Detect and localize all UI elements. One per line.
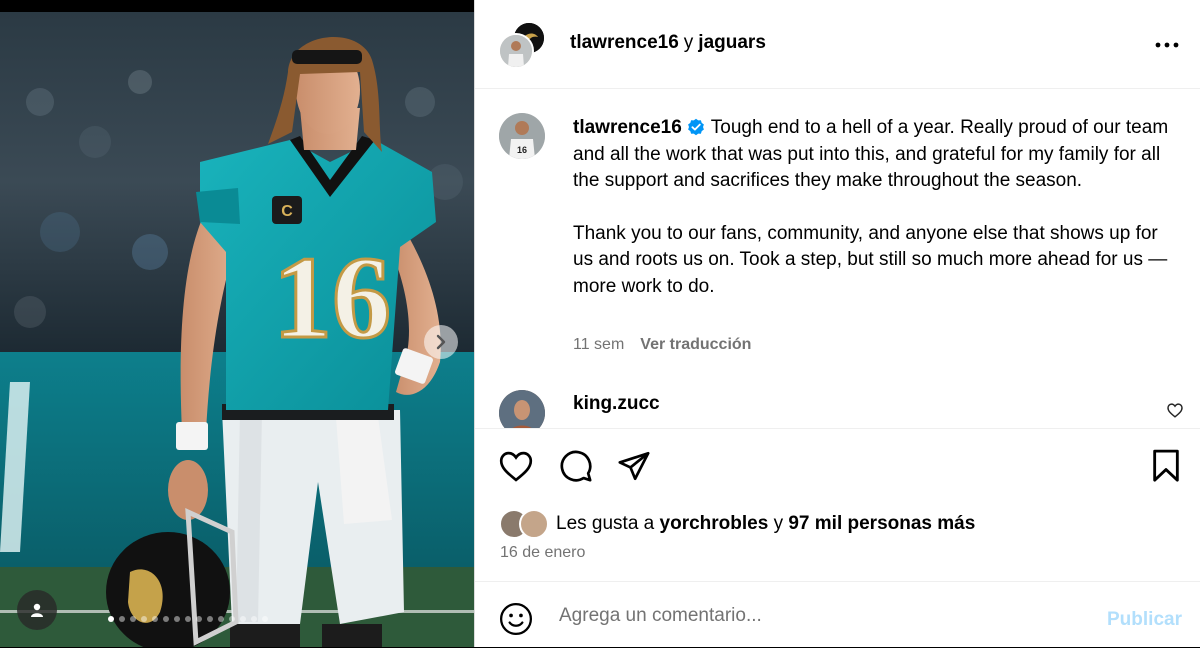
caption-meta: 11 sem Ver traducción — [573, 336, 751, 354]
post-actions: Les gusta a yorchrobles y 97 mil persona… — [475, 428, 1200, 581]
profile-photo-icon — [500, 35, 532, 67]
avatar-jersey-number: 16 — [517, 145, 527, 155]
carousel-dot — [163, 616, 169, 622]
carousel-dot — [207, 616, 213, 622]
carousel-dot — [196, 616, 202, 622]
likes-count[interactable]: 97 mil personas más — [788, 513, 975, 534]
caption-time[interactable]: 11 sem — [573, 336, 624, 353]
likes-prefix: Les gusta a — [556, 513, 655, 534]
player-photo-illustration: C 16 — [0, 12, 474, 647]
carousel-dot — [174, 616, 180, 622]
collab-username[interactable]: jaguars — [698, 32, 766, 53]
likers-avatars[interactable] — [499, 509, 551, 539]
caption-username[interactable]: tlawrence16 — [573, 117, 682, 138]
carousel-dot — [185, 616, 191, 622]
emoji-button[interactable] — [499, 602, 533, 641]
likes-summary: Les gusta a yorchrobles y 97 mil persona… — [499, 509, 975, 539]
comment-button[interactable] — [559, 449, 593, 488]
collab-avatars[interactable] — [498, 21, 546, 69]
heart-icon — [499, 451, 533, 482]
avatar-tlawrence16[interactable] — [498, 33, 534, 69]
emoji-icon — [499, 602, 533, 636]
liker-avatar[interactable] — [519, 509, 549, 539]
carousel-next-button[interactable] — [424, 325, 458, 359]
post-photo: C 16 — [0, 12, 474, 647]
authors-conjunction: y — [683, 32, 694, 53]
comment-input[interactable] — [557, 600, 1081, 632]
carousel-dot — [119, 616, 125, 622]
post-date[interactable]: 16 de enero — [500, 544, 585, 562]
jersey-number: 16 — [273, 232, 391, 363]
see-translation-button[interactable]: Ver traducción — [640, 336, 751, 353]
user-tag-icon — [31, 603, 43, 617]
comments-section: 16 tlawrence16 Tough end to a hell of a y… — [475, 89, 1200, 428]
publish-button[interactable]: Publicar — [1107, 609, 1182, 631]
carousel-dot — [251, 616, 257, 622]
commenter-avatar[interactable] — [499, 390, 545, 428]
more-options-icon — [1155, 42, 1179, 48]
bookmark-icon — [1153, 449, 1179, 482]
post-header: tlawrence16 y jaguars — [475, 0, 1200, 89]
heart-icon — [1167, 403, 1183, 418]
caption-text-2: Thank you to our fans, community, and an… — [573, 222, 1168, 297]
carousel-dot — [262, 616, 268, 622]
carousel-dot — [141, 616, 147, 622]
chevron-right-icon — [436, 334, 446, 350]
instagram-post-view: C 16 tlawrence16 y jaguars 16 tlawrence1… — [0, 0, 1200, 647]
carousel-dot — [218, 616, 224, 622]
likes-joiner: y — [773, 513, 784, 534]
save-button[interactable] — [1151, 449, 1181, 488]
carousel-dot — [229, 616, 235, 622]
carousel-dot — [240, 616, 246, 622]
more-options-button[interactable] — [1152, 30, 1182, 60]
carousel-dot — [152, 616, 158, 622]
liker-username[interactable]: yorchrobles — [660, 513, 769, 534]
verified-badge-icon — [687, 118, 704, 136]
likes-text: Les gusta a yorchrobles y 97 mil persona… — [556, 513, 975, 535]
carousel-indicator — [108, 616, 268, 622]
caption-avatar[interactable]: 16 — [499, 113, 545, 159]
paper-plane-icon — [618, 451, 650, 481]
carousel-dot — [130, 616, 136, 622]
profile-photo-icon — [499, 390, 545, 428]
author-username[interactable]: tlawrence16 — [570, 32, 679, 53]
comment-composer: Publicar — [475, 581, 1200, 648]
post-authors: tlawrence16 y jaguars — [570, 32, 766, 54]
share-button[interactable] — [617, 449, 651, 488]
like-button[interactable] — [499, 451, 533, 487]
commenter-username[interactable]: king.zucc — [573, 393, 660, 415]
post-details-panel: tlawrence16 y jaguars 16 tlawrence16 Tou… — [474, 0, 1200, 647]
comment-like-button[interactable] — [1167, 403, 1183, 423]
show-tags-button[interactable] — [17, 590, 57, 630]
carousel-dot — [108, 616, 114, 622]
captain-patch-text: C — [281, 203, 293, 220]
post-caption: tlawrence16 Tough end to a hell of a year… — [573, 115, 1173, 300]
profile-photo-icon: 16 — [499, 113, 545, 159]
comment-icon — [560, 450, 592, 482]
